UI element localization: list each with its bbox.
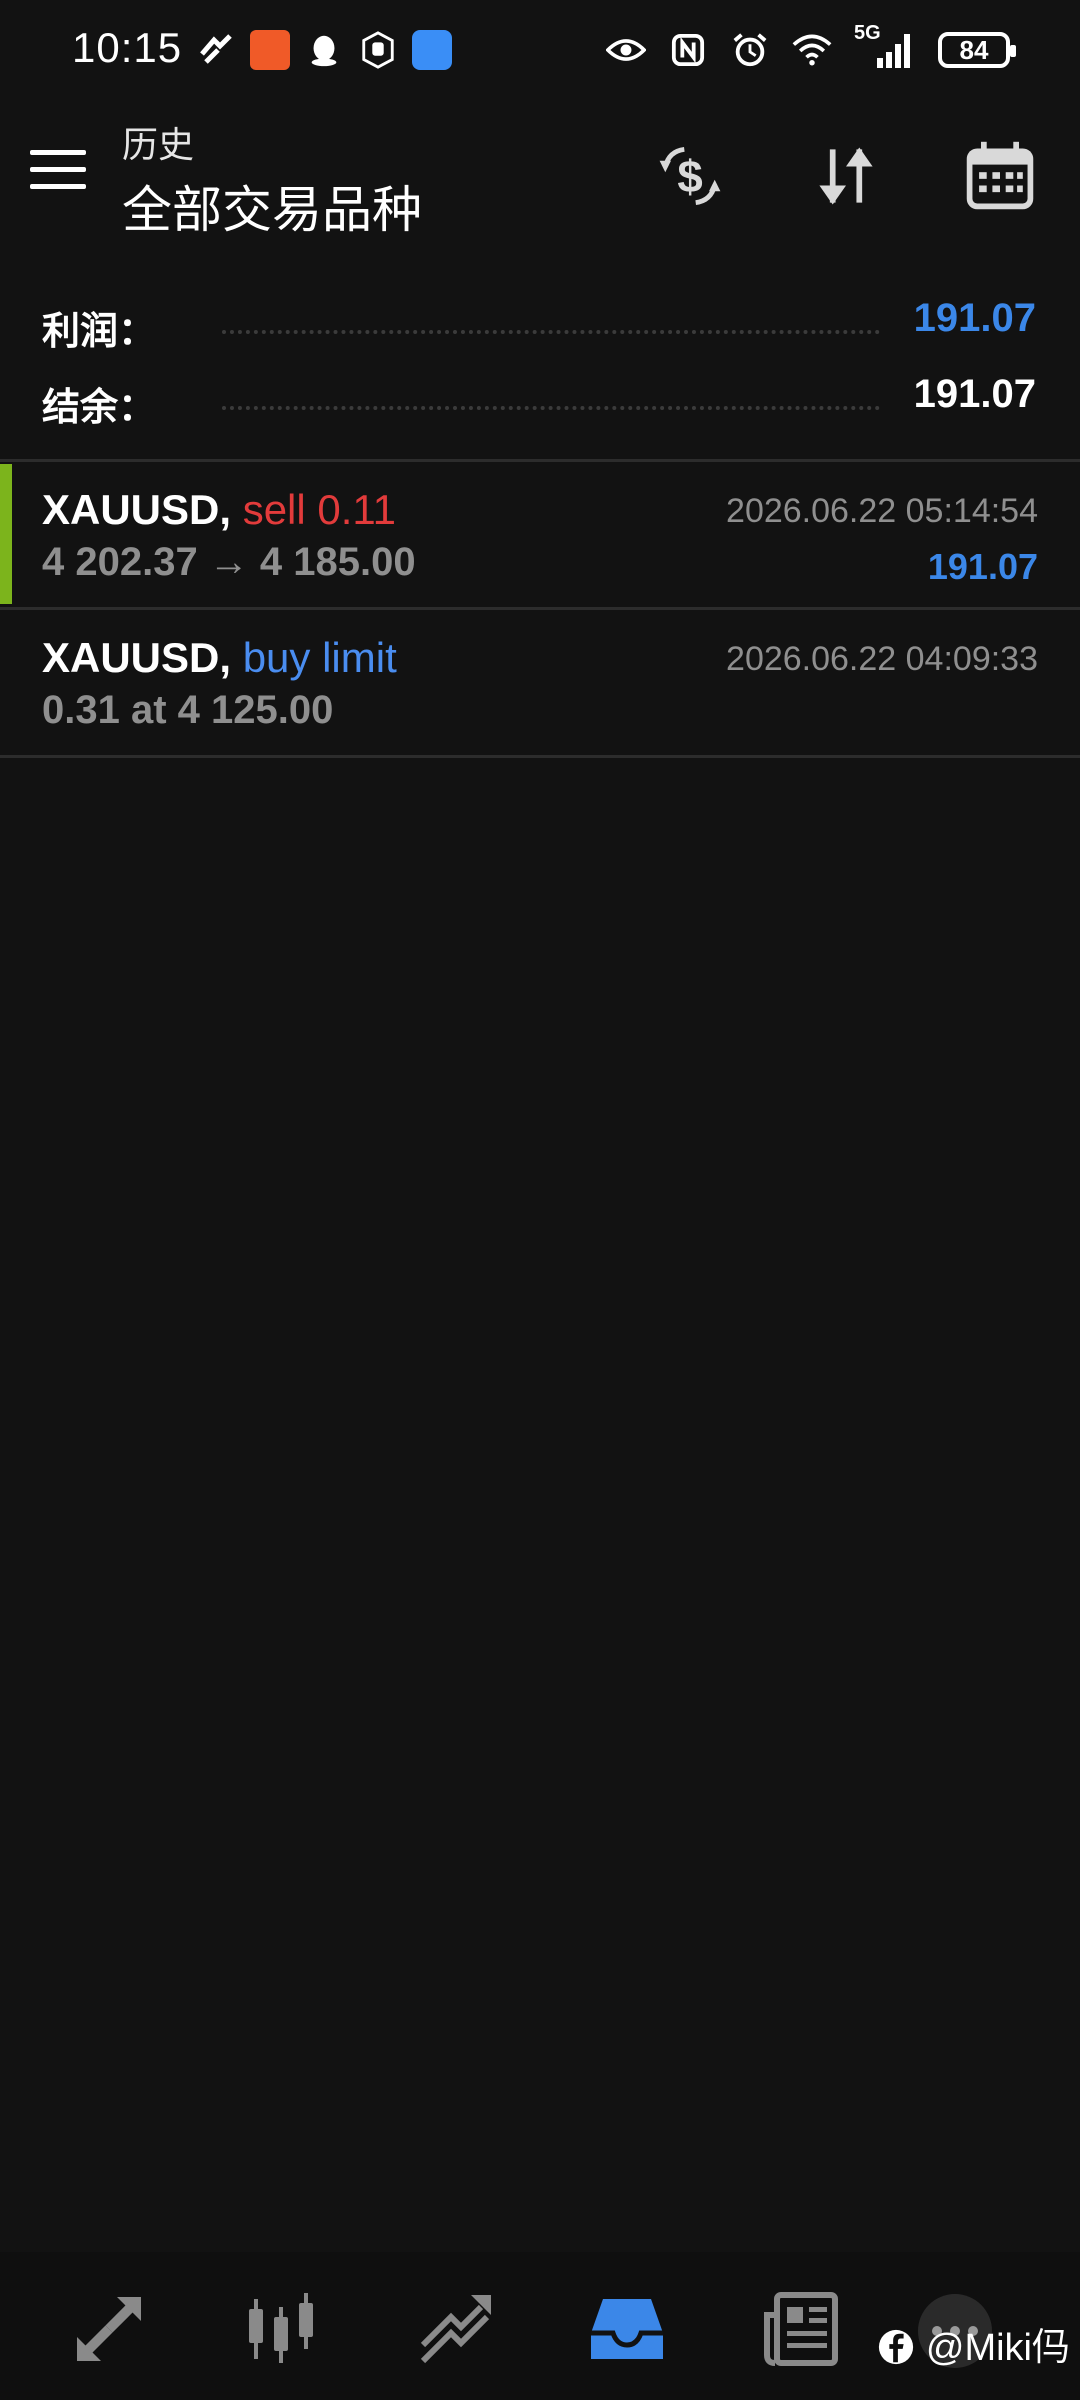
trade-symbol: XAUUSD, [42, 634, 232, 681]
profit-label: 利润： [42, 311, 157, 353]
notification-icons [196, 30, 452, 70]
news-icon[interactable] [758, 2286, 844, 2372]
trade-action: buy limit [242, 634, 397, 681]
calendar-icon[interactable] [960, 136, 1040, 216]
trade-row[interactable]: XAUUSD, sell 0.11 4 202.37 → 4 185.00 20… [0, 464, 1080, 608]
network-type: 5G [854, 22, 881, 44]
profit-row: 利润： 191.07 [0, 290, 1080, 366]
watermark-text: @Miki㐷 [925, 2327, 1070, 2369]
history-summary: 利润： 191.07 结余： 191.07 [0, 290, 1080, 442]
trade-prices: 0.31 at 4 125.00 [42, 688, 334, 732]
trade-time: 2026.06.22 04:09:33 [726, 640, 1038, 678]
trade-symbol: XAUUSD, [42, 486, 232, 533]
balance-row: 结余： 191.07 [0, 366, 1080, 442]
menu-icon[interactable] [30, 150, 86, 194]
watermark: @Miki㐷 [877, 2316, 1070, 2371]
trade-profit: 191.07 [927, 546, 1038, 587]
svg-text:$: $ [677, 151, 702, 202]
facebook-icon [879, 2329, 914, 2365]
history-icon[interactable] [584, 2286, 670, 2372]
trade-prices: 4 202.37 → 4 185.00 [42, 540, 416, 584]
balance-label: 结余： [42, 387, 157, 429]
quotes-icon[interactable] [66, 2286, 152, 2372]
signal-icon: 5G [854, 22, 916, 70]
trade-icon[interactable] [412, 2286, 498, 2372]
nfc-icon [668, 30, 708, 70]
hand-stop-icon [358, 30, 398, 70]
divider [0, 607, 1080, 610]
battery-indicator: 84 [938, 32, 1016, 68]
qq-penguin-icon [304, 30, 344, 70]
dotted-leader [222, 330, 880, 334]
trade-accent-bar [0, 464, 12, 604]
sort-icon[interactable] [806, 136, 886, 216]
cloud-app-icon [412, 30, 452, 70]
status-bar: 10:15 5G 84 [0, 0, 1080, 100]
trade-time: 2026.06.22 05:14:54 [726, 492, 1038, 530]
page-title[interactable]: 全部交易品种 [122, 170, 422, 242]
divider [0, 755, 1080, 758]
trade-row[interactable]: XAUUSD, buy limit 0.31 at 4 125.00 2026.… [0, 612, 1080, 756]
trade-header: XAUUSD, buy limit [42, 634, 397, 682]
battery-level: 84 [959, 34, 989, 65]
wifi-icon [792, 30, 832, 70]
eye-icon [606, 30, 646, 70]
page-subtitle: 历史 [122, 124, 195, 165]
trade-action: sell 0.11 [242, 486, 397, 533]
app-orange-icon [250, 30, 290, 70]
chart-icon[interactable] [238, 2286, 324, 2372]
app-header: 历史 全部交易品种 $ [0, 100, 1080, 270]
divider [0, 459, 1080, 462]
balance-value: 191.07 [913, 372, 1036, 416]
profit-value: 191.07 [913, 296, 1036, 340]
bottom-navigation: @Miki㐷 [0, 2252, 1080, 2400]
alarm-icon [730, 30, 770, 70]
app-notification-icon [196, 30, 236, 70]
dotted-leader [222, 406, 880, 410]
trade-header: XAUUSD, sell 0.11 [42, 486, 396, 534]
status-time: 10:15 [72, 24, 183, 71]
currency-exchange-icon[interactable]: $ [650, 136, 730, 216]
system-icons: 5G 84 [606, 22, 1016, 70]
